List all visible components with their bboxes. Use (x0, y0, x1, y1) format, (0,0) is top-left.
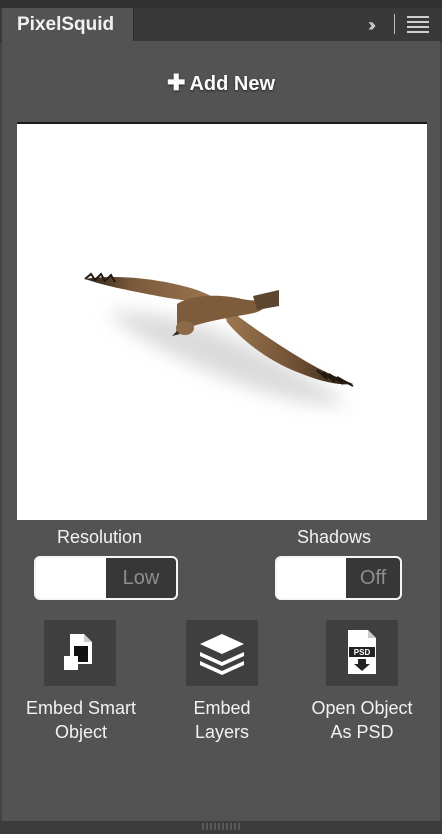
object-preview[interactable] (17, 122, 427, 520)
double-chevron-right-icon: ›› (368, 15, 376, 35)
embed-smart-object-button[interactable] (44, 620, 116, 686)
shadows-label: Shadows (297, 527, 372, 547)
open-object-as-psd-button[interactable]: PSD (326, 620, 398, 686)
plus-icon: ✚ (167, 70, 186, 95)
collapse-panel-button[interactable]: ›› (354, 14, 386, 36)
shadows-value: Off (346, 558, 400, 598)
panel-menu-button[interactable] (407, 16, 429, 34)
header-divider (394, 14, 395, 34)
open-object-as-psd-caption: Open Object As PSD (311, 698, 413, 742)
psd-file-icon: PSD (348, 630, 376, 674)
eagle-image (84, 272, 354, 405)
embed-layers-caption: Embed Layers (193, 698, 251, 742)
resolution-label: Resolution (57, 527, 143, 547)
layers-icon (200, 634, 244, 675)
smart-object-icon (64, 634, 92, 670)
resolution-value: Low (106, 558, 176, 598)
resize-grip[interactable] (202, 823, 240, 830)
embed-layers-button[interactable] (186, 620, 258, 686)
tab-title: PixelSquid (17, 14, 115, 35)
add-new-label: Add New (189, 73, 275, 95)
svg-text:PSD: PSD (354, 648, 371, 657)
top-bar (0, 0, 442, 8)
embed-smart-object-caption: Embed Smart Object (25, 698, 137, 742)
tab-pixelsquid[interactable]: PixelSquid (2, 8, 134, 41)
shadows-toggle[interactable]: Off (275, 556, 402, 600)
add-new-button[interactable]: ✚ Add New (0, 70, 442, 96)
resolution-toggle[interactable]: Low (34, 556, 178, 600)
hamburger-menu-icon (407, 16, 429, 33)
